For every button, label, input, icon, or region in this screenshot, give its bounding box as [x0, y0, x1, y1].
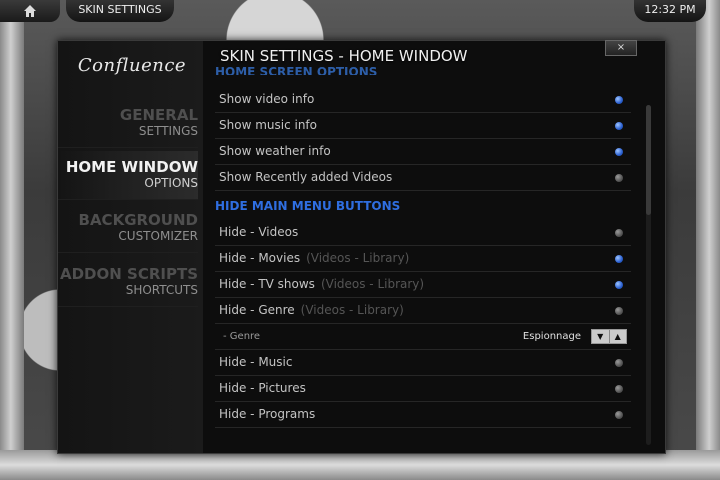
setting-show-recently-added[interactable]: Show Recently added Videos	[215, 165, 631, 191]
radio-off-icon	[615, 174, 623, 182]
setting-hide-pictures[interactable]: Hide - Pictures	[215, 376, 631, 402]
menu-item-subtitle: CUSTOMIZER	[118, 229, 198, 243]
setting-label: Hide - Movies (Videos - Library)	[219, 251, 410, 265]
dialog-title: SKIN SETTINGS - HOME WINDOW	[220, 47, 468, 65]
menu-item-home-window[interactable]: HOME WINDOW OPTIONS	[58, 151, 198, 200]
close-button[interactable]: ×	[605, 40, 637, 56]
setting-label: Hide - Programs	[219, 407, 316, 421]
radio-on-icon	[615, 148, 623, 156]
menu-item-title: BACKGROUND	[78, 211, 198, 229]
menu-item-subtitle: OPTIONS	[144, 176, 198, 190]
scrollbar-thumb[interactable]	[646, 105, 651, 215]
menu-item-general[interactable]: GENERAL SETTINGS	[58, 99, 198, 148]
section-header-home-screen: HOME SCREEN OPTIONS	[215, 67, 378, 75]
menu-item-title: HOME WINDOW	[65, 158, 198, 176]
radio-off-icon	[615, 229, 623, 237]
settings-list: HOME SCREEN OPTIONS Show video info Show…	[203, 67, 655, 451]
setting-label: - Genre	[223, 331, 261, 342]
frame-left	[0, 0, 24, 480]
setting-genre-select[interactable]: - Genre Espionnage ▼ ▲	[215, 324, 631, 350]
setting-hide-movies[interactable]: Hide - Movies (Videos - Library)	[215, 246, 631, 272]
frame-bottom	[0, 450, 720, 480]
radio-on-icon	[615, 96, 623, 104]
setting-label: Show music info	[219, 118, 317, 132]
menu-item-addon-scripts[interactable]: ADDON SCRIPTS SHORTCUTS	[58, 258, 198, 307]
setting-hide-programs[interactable]: Hide - Programs	[215, 402, 631, 428]
skin-settings-dialog: Confluence GENERAL SETTINGS HOME WINDOW …	[57, 40, 666, 454]
setting-hide-genre[interactable]: Hide - Genre (Videos - Library)	[215, 298, 631, 324]
close-icon: ×	[616, 42, 626, 53]
radio-on-icon	[615, 281, 623, 289]
radio-off-icon	[615, 411, 623, 419]
setting-show-weather-info[interactable]: Show weather info	[215, 139, 631, 165]
radio-on-icon	[615, 255, 623, 263]
setting-label: Hide - Videos	[219, 225, 299, 239]
setting-sublabel: (Videos - Library)	[300, 303, 404, 317]
menu-item-title: GENERAL	[119, 106, 198, 124]
scrollbar[interactable]	[646, 105, 651, 445]
clock: 12:32 PM	[634, 0, 706, 22]
setting-label: Hide - Genre (Videos - Library)	[219, 303, 404, 317]
setting-hide-music[interactable]: Hide - Music	[215, 350, 631, 376]
setting-label: Show Recently added Videos	[219, 170, 393, 184]
menu-item-subtitle: SETTINGS	[138, 124, 198, 138]
setting-sublabel: (Videos - Library)	[320, 277, 425, 291]
radio-off-icon	[615, 359, 623, 367]
top-bar: SKIN SETTINGS 12:32 PM	[0, 0, 720, 22]
menu-item-background[interactable]: BACKGROUND CUSTOMIZER	[58, 204, 198, 253]
setting-label: Hide - Pictures	[219, 381, 306, 395]
setting-hide-videos[interactable]: Hide - Videos	[215, 220, 631, 246]
confluence-logo: Confluence	[77, 55, 187, 76]
radio-off-icon	[615, 307, 623, 315]
setting-label: Show video info	[219, 92, 315, 106]
genre-spinner[interactable]: ▼ ▲	[591, 329, 627, 344]
setting-label: Hide - TV shows (Videos - Library)	[219, 277, 425, 291]
setting-show-music-info[interactable]: Show music info	[215, 113, 631, 139]
category-panel: Confluence GENERAL SETTINGS HOME WINDOW …	[58, 41, 203, 453]
menu-item-title: ADDON SCRIPTS	[59, 265, 198, 283]
genre-value: Espionnage	[522, 331, 581, 342]
radio-on-icon	[615, 122, 623, 130]
setting-sublabel: (Videos - Library)	[306, 251, 410, 265]
home-icon	[24, 5, 36, 17]
home-button[interactable]	[0, 0, 60, 22]
setting-label: Hide - Music	[219, 355, 293, 369]
setting-show-video-info[interactable]: Show video info	[215, 87, 631, 113]
setting-label: Show weather info	[219, 144, 331, 158]
setting-hide-tv-shows[interactable]: Hide - TV shows (Videos - Library)	[215, 272, 631, 298]
radio-off-icon	[615, 385, 623, 393]
menu-item-subtitle: SHORTCUTS	[125, 283, 198, 297]
section-header-hide-buttons: HIDE MAIN MENU BUTTONS	[215, 199, 401, 213]
frame-right	[696, 0, 720, 480]
spin-up-icon[interactable]: ▲	[610, 330, 627, 343]
breadcrumb: SKIN SETTINGS	[66, 0, 174, 22]
spin-down-icon[interactable]: ▼	[592, 330, 610, 343]
